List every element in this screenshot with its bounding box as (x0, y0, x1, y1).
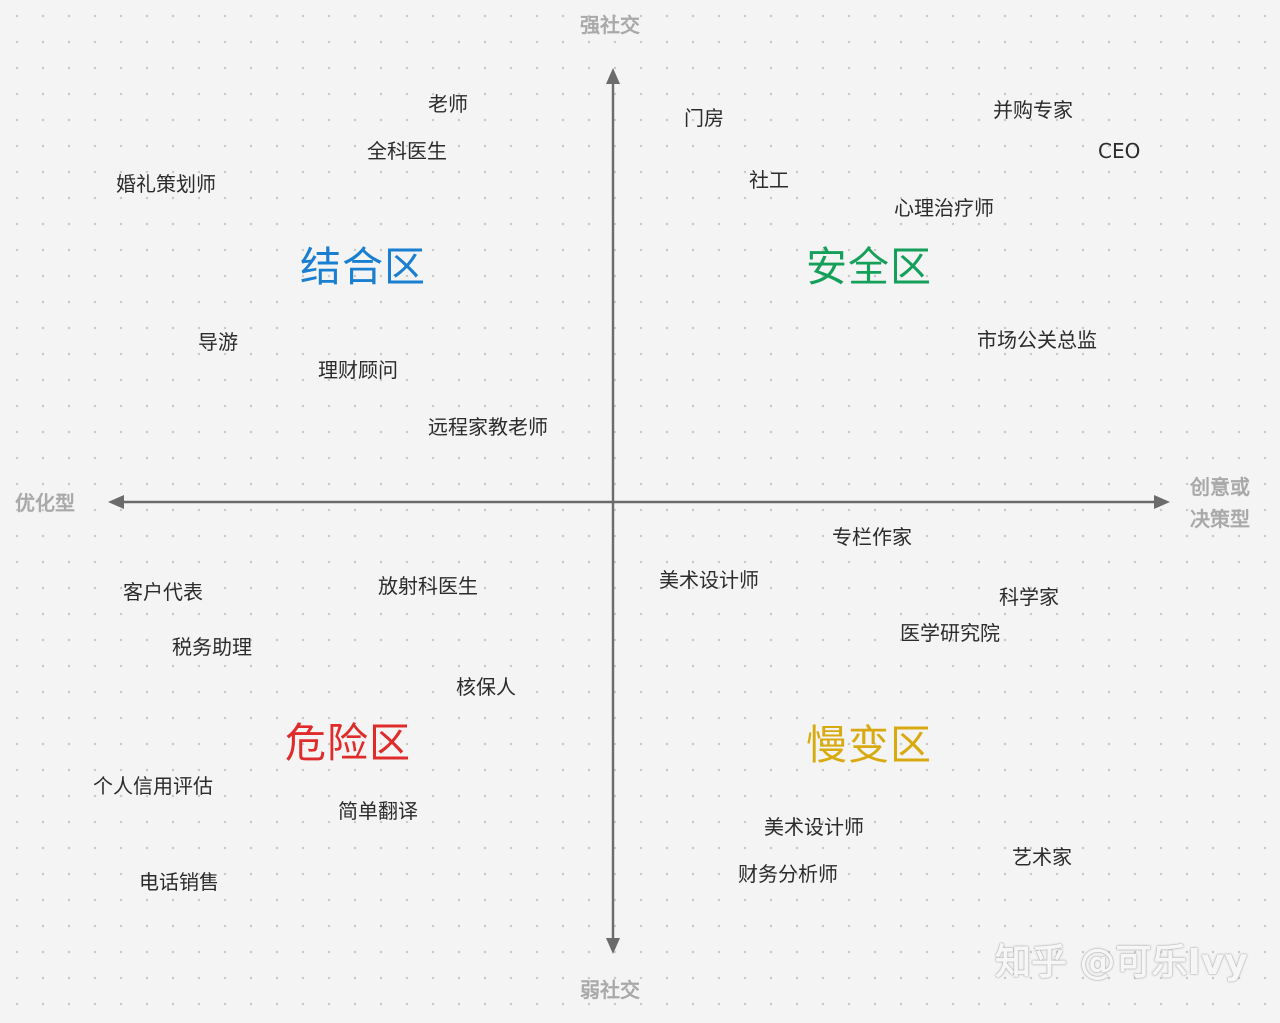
watermark: 知乎 @可乐Ivy (995, 942, 1248, 983)
job-label: 美术设计师 (659, 568, 759, 592)
job-label: 老师 (428, 92, 468, 116)
zone-title-combined: 结合区 (300, 243, 426, 291)
job-label: 放射科医生 (378, 574, 478, 598)
job-label: 心理治疗师 (894, 196, 994, 220)
arrow-left-icon (108, 495, 124, 509)
axis-label-right-line1: 创意或 (1190, 475, 1250, 499)
job-label: 婚礼策划师 (116, 172, 216, 196)
zone-title-slow-change: 慢变区 (806, 721, 932, 769)
job-label: 核保人 (456, 675, 516, 699)
job-label: 科学家 (999, 585, 1059, 609)
zone-title-safe: 安全区 (806, 243, 932, 291)
job-label: 远程家教老师 (428, 415, 548, 439)
job-label: 简单翻译 (338, 799, 418, 823)
job-label: 专栏作家 (832, 525, 912, 549)
arrow-right-icon (1154, 495, 1170, 509)
job-label: 税务助理 (172, 635, 252, 659)
job-label: 美术设计师 (764, 815, 864, 839)
axis-label-left: 优化型 (15, 491, 75, 515)
job-label: 个人信用评估 (93, 774, 213, 798)
job-label: 客户代表 (123, 580, 203, 604)
job-label: 导游 (198, 330, 238, 354)
axis-label-bottom: 弱社交 (580, 978, 640, 1002)
arrow-down-icon (606, 938, 620, 954)
job-label: 全科医生 (367, 139, 447, 163)
job-label: 艺术家 (1012, 845, 1072, 869)
zone-title-danger: 危险区 (285, 719, 411, 767)
job-label: 并购专家 (993, 98, 1073, 122)
job-label: 医学研究院 (900, 621, 1000, 645)
job-label: 门房 (684, 106, 724, 130)
job-label: 电话销售 (139, 870, 219, 894)
quadrant-diagram: 强社交 弱社交 优化型 创意或 决策型 结合区 安全区 危险区 慢变区 老师 全… (0, 0, 1280, 1023)
arrow-up-icon (606, 68, 620, 84)
job-label: CEO (1098, 139, 1141, 163)
axis-label-right-line2: 决策型 (1190, 507, 1250, 531)
job-label: 社工 (749, 168, 789, 192)
axis-label-top: 强社交 (580, 13, 640, 37)
job-label: 财务分析师 (738, 862, 838, 886)
job-label: 理财顾问 (318, 358, 398, 382)
job-label: 市场公关总监 (977, 328, 1097, 352)
